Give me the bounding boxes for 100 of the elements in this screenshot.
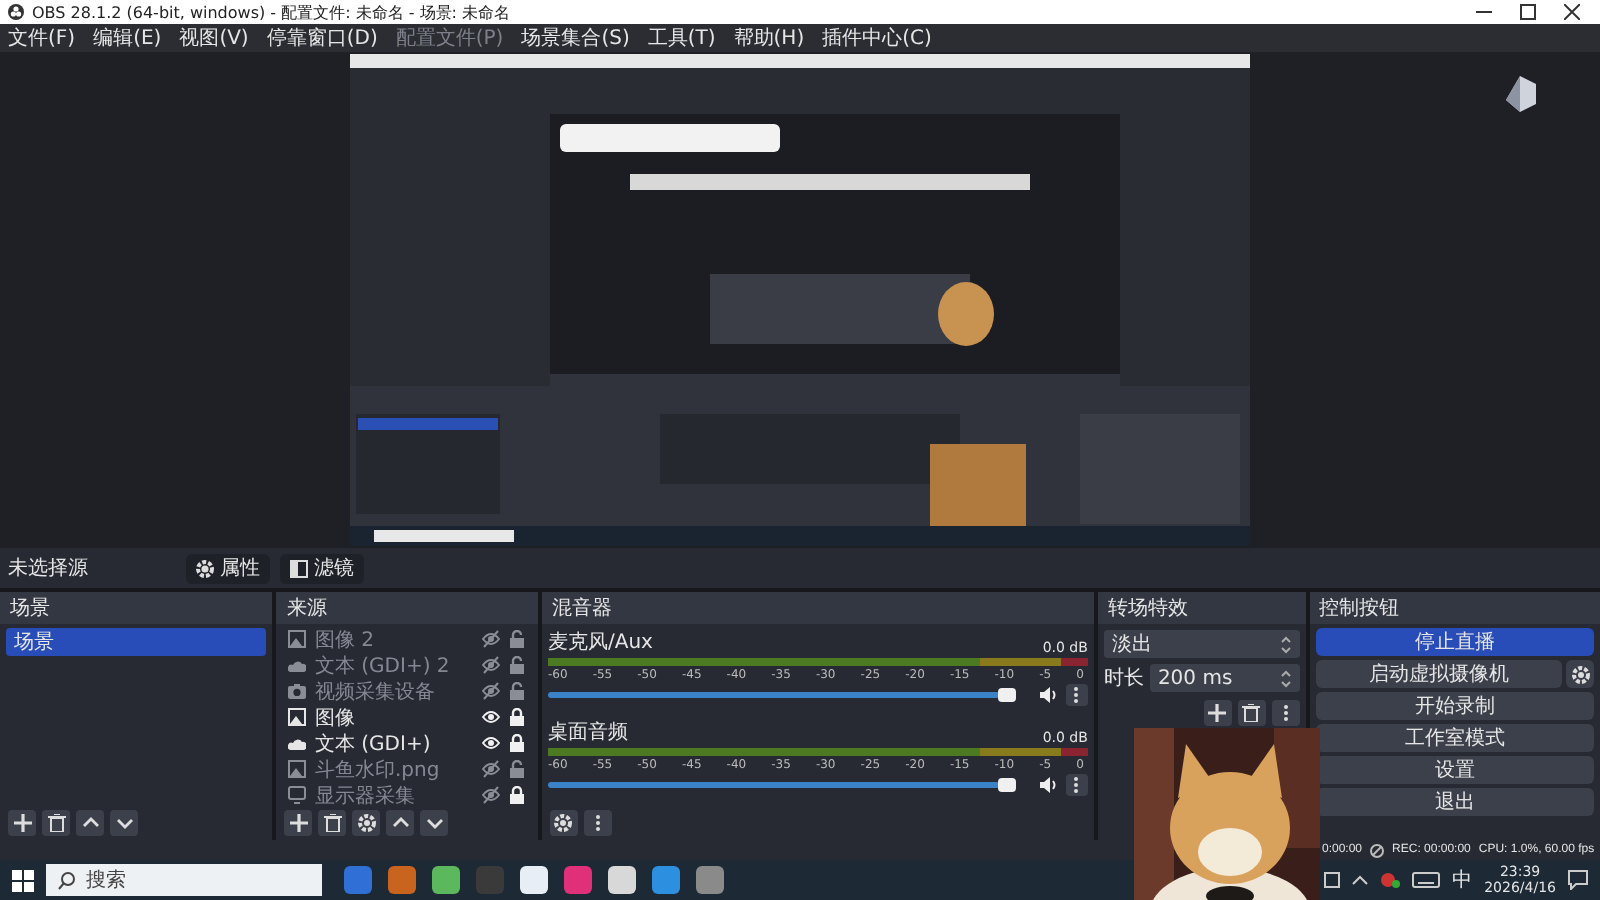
trash-icon [323,813,342,831]
settings-button[interactable] [1566,660,1594,688]
remove-button[interactable] [42,809,70,835]
move-up-button[interactable] [76,809,104,835]
channel-name: 麦克风/Aux [547,629,653,656]
speaker-icon[interactable] [1039,776,1058,794]
control-button[interactable]: 工作室模式 [1315,724,1594,752]
control-button[interactable]: 开始录制 [1315,692,1594,720]
remove-button[interactable] [1237,700,1266,726]
menu-item[interactable]: 文件(F) [8,24,76,52]
lock-icon[interactable] [507,708,526,726]
window-title: OBS 28.1.2 (64-bit, windows) - 配置文件: 未命名 - 场景: 未命名 [32,1,513,23]
move-down-button[interactable] [110,809,138,835]
eye-slash-icon[interactable] [481,656,500,674]
gear-icon [196,559,214,577]
more-icon [1072,776,1081,794]
more-button[interactable] [583,809,612,835]
settings-button[interactable] [352,809,381,835]
source-name[interactable]: 视频采集设备 [314,677,474,705]
gear-icon [1571,665,1589,683]
filters-button[interactable]: 滤镜 [280,553,364,583]
eye-icon[interactable] [481,734,500,752]
remove-button[interactable] [318,809,347,835]
tray-icon[interactable] [1324,872,1341,888]
channel-name: 桌面音频 [547,719,628,746]
source-name[interactable]: 显示器采集 [314,781,474,809]
more-button[interactable] [1065,774,1088,796]
eye-icon[interactable] [481,708,500,726]
menu-item[interactable]: 插件中心(C) [822,24,932,52]
source-name[interactable]: 斗鱼水印.png [314,755,474,783]
unlocked-lock-icon[interactable] [507,760,526,778]
windows-start-icon[interactable] [12,869,34,891]
add-button[interactable] [284,809,313,835]
menu-item[interactable]: 帮助(H) [733,24,805,52]
eye-slash-icon[interactable] [481,682,500,700]
transition-select[interactable]: 淡出 [1103,630,1300,658]
search-field[interactable]: 搜索 [46,864,322,896]
app-icon[interactable] [608,866,636,894]
control-button[interactable]: 启动虚拟摄像机 [1315,660,1562,688]
cube-icon [1500,72,1540,116]
source-name[interactable]: 文本 (GDI+) [314,729,474,757]
notification-icon[interactable] [1568,870,1588,890]
menu-item[interactable]: 停靠窗口(D) [266,24,378,52]
menu-item[interactable]: 场景集合(S) [521,24,630,52]
lock-icon[interactable] [507,734,526,752]
add-icon [13,813,31,831]
source-name[interactable]: 图像 [314,703,474,731]
scene-item[interactable]: 场景 [6,628,267,656]
more-button[interactable] [1065,684,1088,706]
cloud-icon [288,656,307,674]
app-icon[interactable] [432,866,460,894]
status-text: 未选择源 [8,555,90,582]
maximize-icon[interactable] [1520,4,1536,20]
duration-field[interactable]: 200 ms [1149,664,1300,692]
network-icon[interactable] [1380,872,1401,888]
control-button[interactable]: 停止直播 [1315,628,1594,656]
source-name[interactable]: 图像 2 [314,625,474,653]
lock-icon[interactable] [507,786,526,804]
unlocked-lock-icon[interactable] [507,630,526,648]
keyboard-icon[interactable] [1412,872,1441,888]
control-button[interactable]: 退出 [1315,788,1594,816]
image-icon [288,708,307,726]
add-button[interactable] [8,809,36,835]
volume-slider[interactable] [547,782,1014,788]
image-icon [288,760,307,778]
unlocked-lock-icon[interactable] [507,656,526,674]
menu-item[interactable]: 视图(V) [179,24,249,52]
duration-label: 时长 [1103,665,1144,692]
more-icon [593,813,602,831]
properties-button[interactable]: 属性 [186,553,270,583]
menu-item[interactable]: 工具(T) [647,24,716,52]
gear-icon [357,813,376,831]
panel-header: 混音器 [541,592,1094,624]
menu-item[interactable]: 编辑(E) [93,24,162,52]
add-button[interactable] [1203,700,1232,726]
settings-button[interactable] [549,809,578,835]
unlocked-lock-icon[interactable] [507,682,526,700]
chevron-down-icon [115,813,133,831]
panel-header: 来源 [276,592,538,624]
image-icon [288,630,307,648]
eye-slash-icon[interactable] [481,786,500,804]
dropped-frames-icon [1370,843,1385,857]
panel-header: 转场特效 [1097,592,1306,624]
speaker-icon[interactable] [1039,686,1058,704]
chevron-up-icon[interactable] [1352,874,1369,886]
close-icon[interactable] [1564,4,1580,20]
control-button[interactable]: 设置 [1315,756,1594,784]
search-icon [58,871,76,889]
source-name[interactable]: 文本 (GDI+) 2 [314,651,474,679]
app-icon[interactable] [520,866,548,894]
trash-icon [1242,704,1261,722]
camera-icon [288,682,307,700]
move-down-button[interactable] [420,809,449,835]
volume-slider[interactable] [547,692,1014,698]
more-button[interactable] [1271,700,1300,726]
chevron-down-icon [425,813,444,831]
eye-slash-icon[interactable] [481,630,500,648]
move-up-button[interactable] [386,809,415,835]
input-method-indicator[interactable]: 中 [1452,866,1473,894]
eye-slash-icon[interactable] [481,760,500,778]
